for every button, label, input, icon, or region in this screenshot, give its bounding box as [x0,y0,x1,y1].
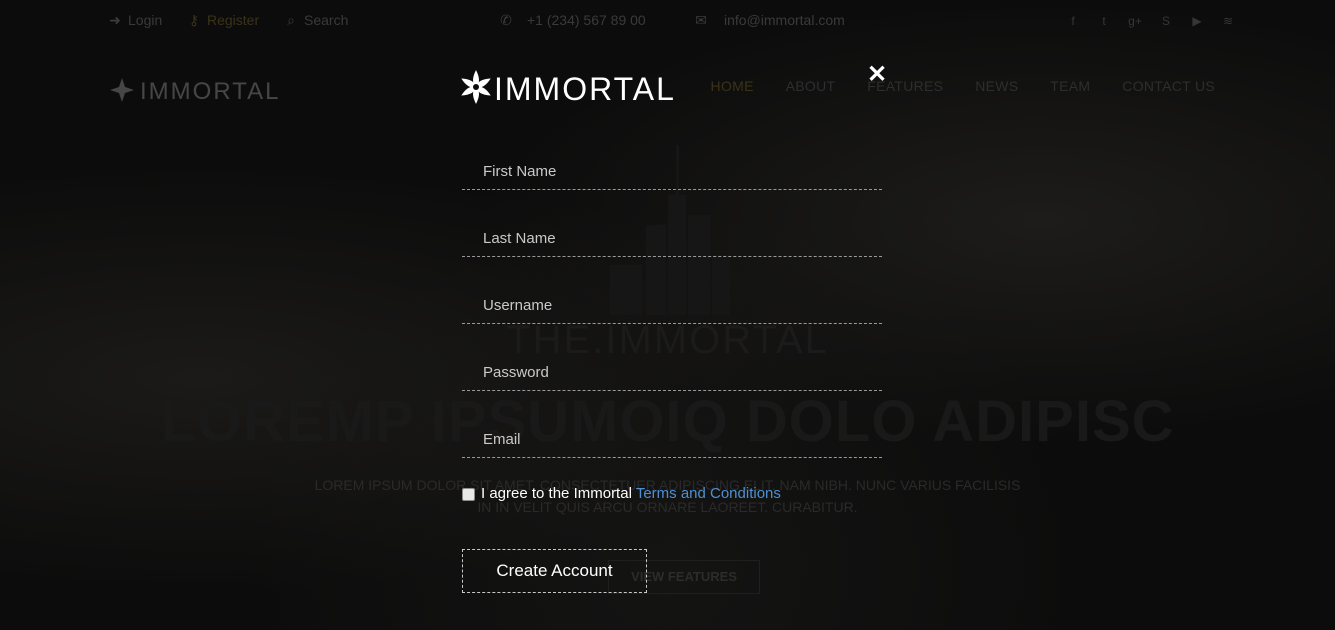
terms-checkbox[interactable] [462,488,475,501]
first-name-input[interactable] [481,157,875,185]
create-account-button[interactable]: Create Account [462,549,647,593]
email-input[interactable] [481,425,875,453]
terms-link[interactable]: Terms and Conditions [636,485,781,502]
register-modal: IMMORTAL ✕ I agree to the Immortal Terms… [0,0,1335,630]
password-input[interactable] [481,358,875,386]
last-name-input[interactable] [481,224,875,252]
username-input[interactable] [481,291,875,319]
page: ➜ Login ⚷ Register ⌕ Search ✆ +1 (234) 567 8… [0,0,1335,630]
last-name-field-row [462,220,882,257]
flower-icon [461,70,491,104]
password-field-row [462,354,882,391]
email-field-row [462,421,882,458]
terms-label: I agree to the Immortal [481,485,636,502]
brand-logo: IMMORTAL [461,70,676,106]
brand-name: IMMORTAL [494,71,676,106]
close-icon[interactable]: ✕ [866,62,888,88]
username-field-row [462,287,882,324]
first-name-field-row [462,153,882,190]
